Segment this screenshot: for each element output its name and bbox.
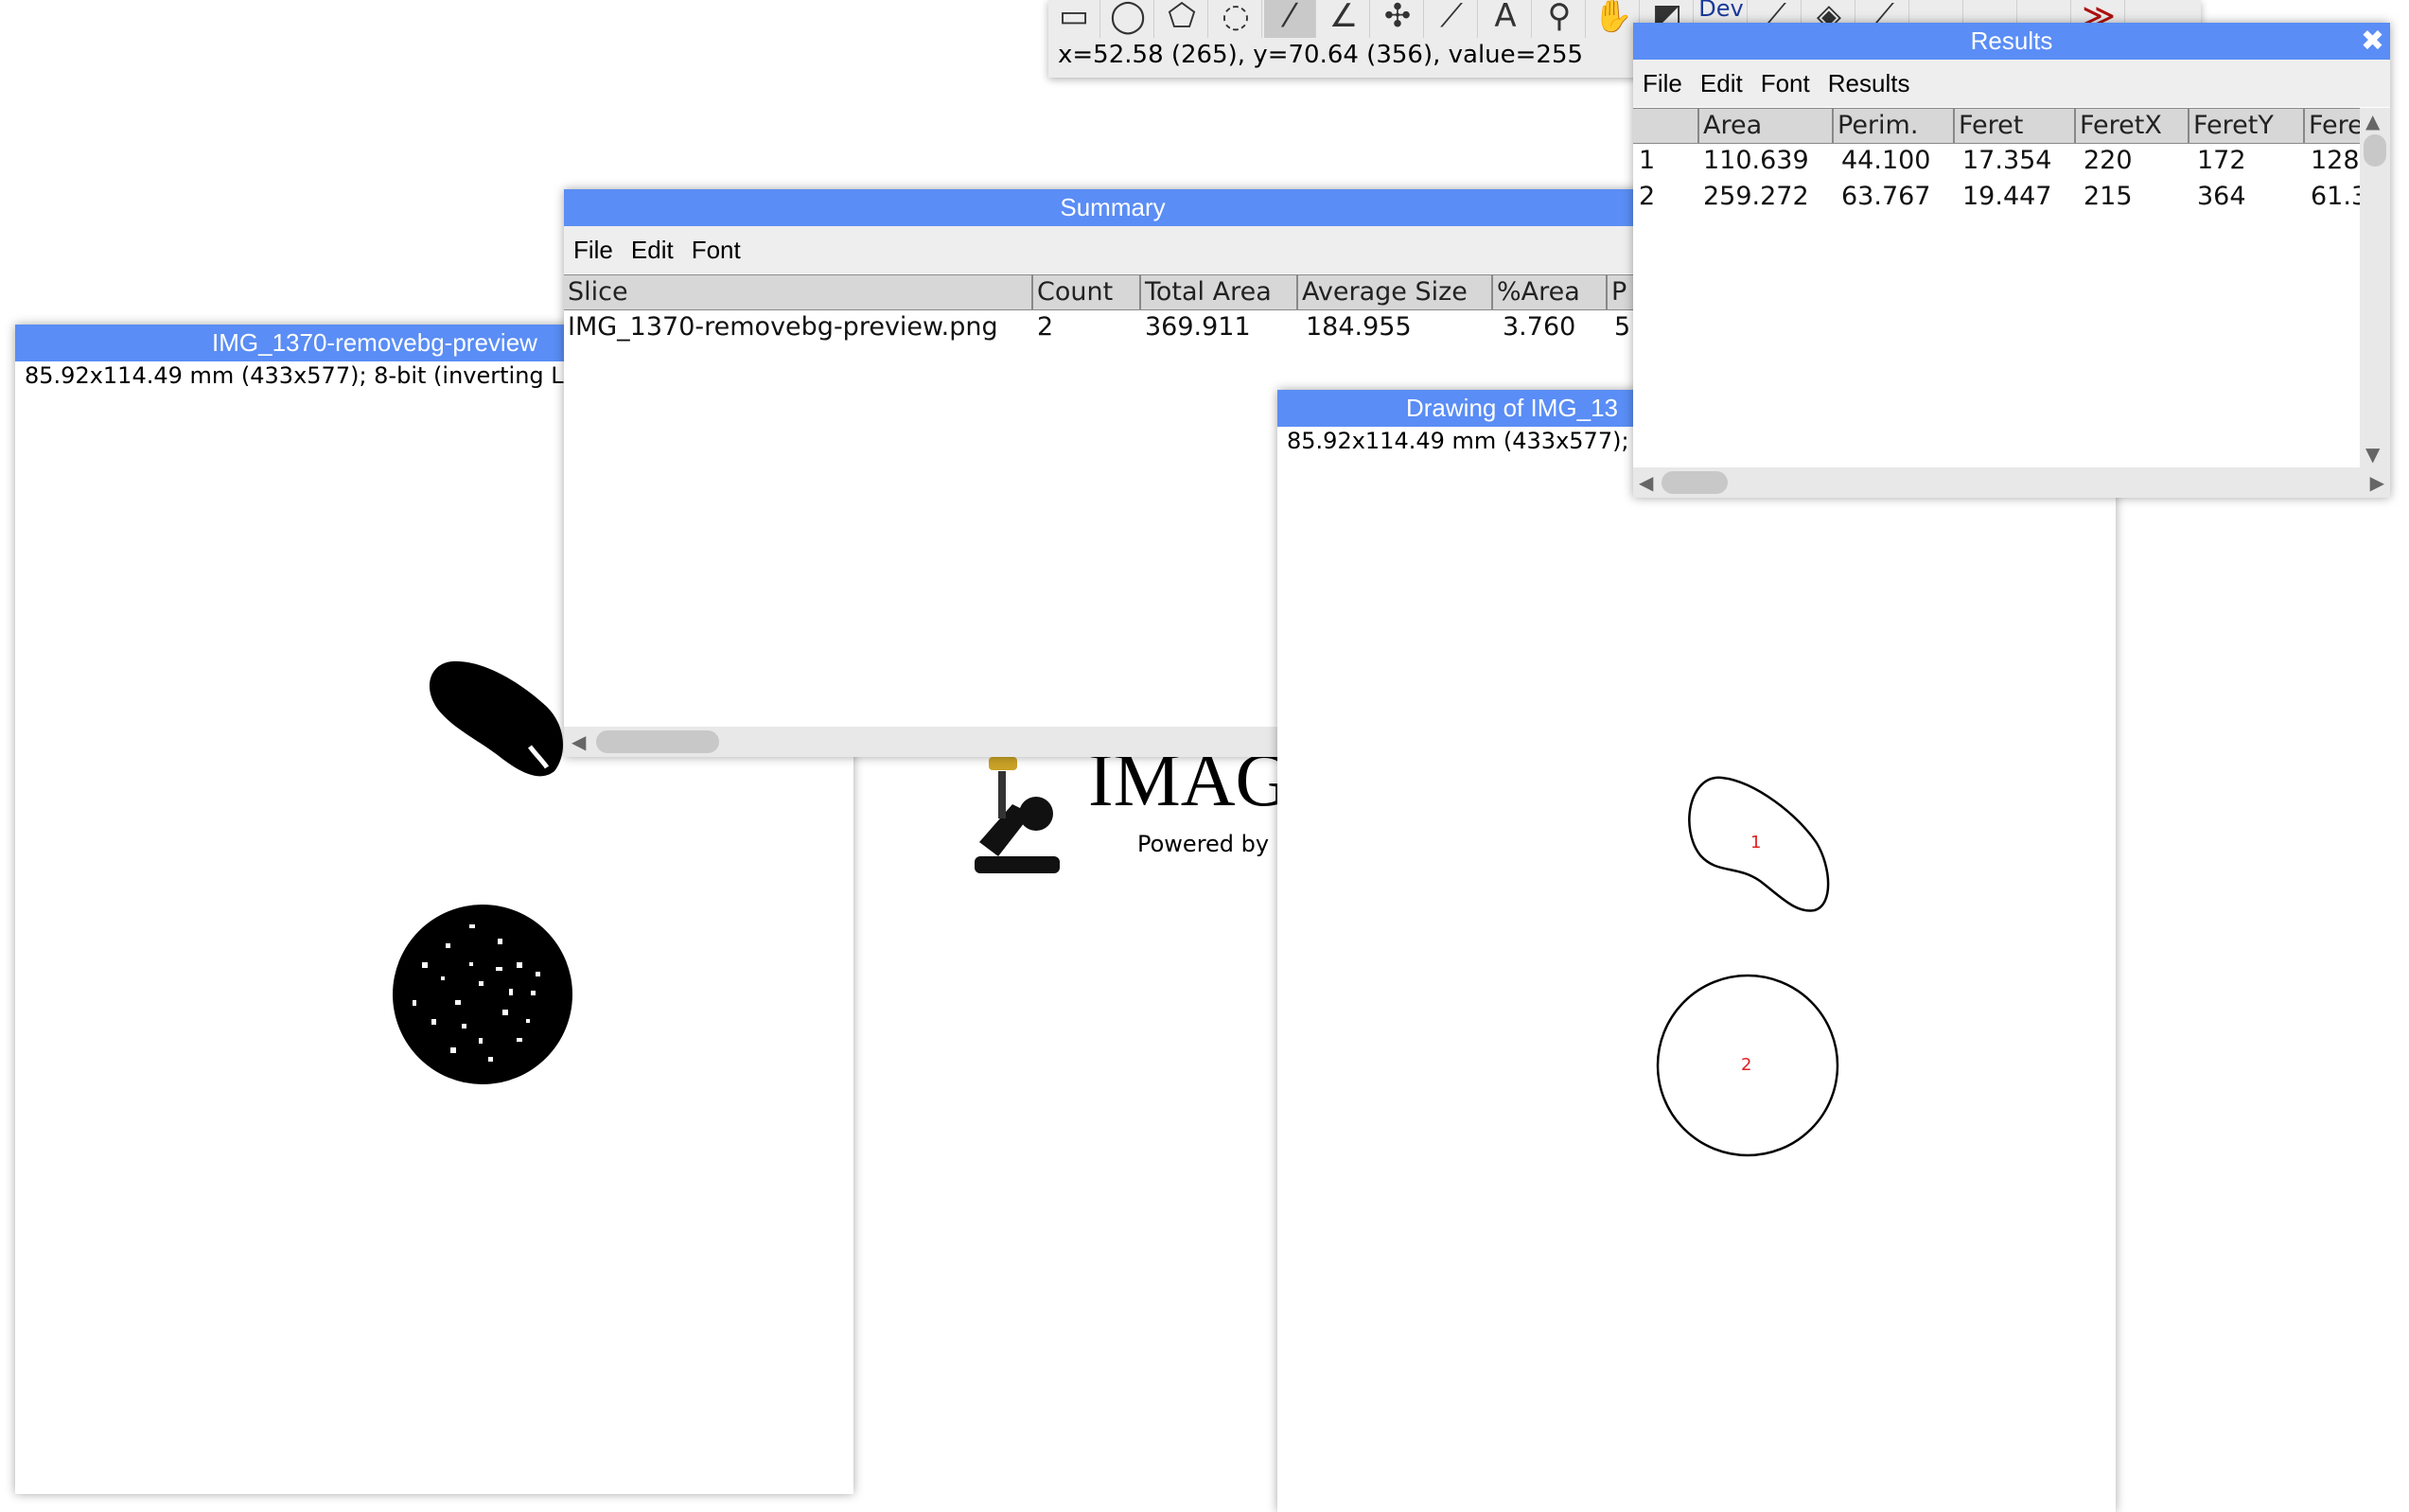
- summary-cell-slice: IMG_1370-removebg-preview.png: [568, 312, 998, 342]
- results-cell: 63.767: [1841, 182, 1931, 211]
- polygon-icon[interactable]: ⬠: [1156, 0, 1208, 38]
- outline-label-1: 1: [1750, 833, 1761, 853]
- multipoint-icon[interactable]: ✣: [1372, 0, 1424, 38]
- table-row[interactable]: IMG_1370-removebg-preview.png 2 369.911 …: [564, 312, 1662, 350]
- results-cell: 220: [2084, 146, 2133, 175]
- summary-scroll-thumb[interactable]: [596, 730, 719, 753]
- scroll-down-icon[interactable]: ▼: [2365, 443, 2380, 466]
- line-icon[interactable]: ⁄: [1264, 0, 1316, 38]
- results-hscroll-thumb[interactable]: [1662, 471, 1728, 494]
- results-cell: 259.272: [1703, 182, 1809, 211]
- results-menubar: File Edit Font Results: [1633, 60, 2390, 107]
- results-col-feretx[interactable]: FeretX: [2074, 109, 2188, 143]
- close-icon[interactable]: ✖: [2361, 25, 2384, 59]
- scroll-right-icon[interactable]: ▶: [2370, 471, 2384, 494]
- table-row[interactable]: 1 110.639 44.100 17.354 220 172 128: [1633, 146, 2360, 184]
- results-col-feret-angle[interactable]: Fere: [2303, 109, 2367, 143]
- summary-cell-perim: 5: [1614, 312, 1631, 342]
- summary-menubar: File Edit Font: [564, 226, 1662, 273]
- summary-title[interactable]: Summary: [564, 189, 1662, 226]
- results-col-area[interactable]: Area: [1697, 109, 1832, 143]
- table-row[interactable]: 2 259.272 63.767 19.447 215 364 61.3: [1633, 182, 2360, 220]
- image-info: 85.92x114.49 mm (433x577); 8-bit (invert…: [25, 362, 564, 389]
- summary-col-slice[interactable]: Slice: [564, 275, 1031, 309]
- freehand-icon[interactable]: ◌: [1210, 0, 1262, 38]
- drawing-canvas[interactable]: 1 2: [1287, 460, 2106, 1512]
- imagej-splash: IMAG Powered by: [956, 738, 1290, 889]
- results-cell: 128: [2311, 146, 2360, 175]
- wand-icon[interactable]: ⟋: [1426, 0, 1478, 38]
- results-cell: 61.3: [2311, 182, 2360, 211]
- results-menu-file[interactable]: File: [1643, 69, 1682, 97]
- summary-col-average-size[interactable]: Average Size: [1296, 275, 1491, 309]
- drawing-window[interactable]: Drawing of IMG_13 85.92x114.49 mm (433x5…: [1277, 390, 2116, 1512]
- summary-col-count[interactable]: Count: [1031, 275, 1139, 309]
- results-cell: 110.639: [1703, 146, 1809, 175]
- hand-icon[interactable]: ✋: [1588, 0, 1640, 38]
- summary-cell-pct-area: 3.760: [1503, 312, 1576, 342]
- summary-menu-file[interactable]: File: [573, 236, 613, 264]
- summary-table-header: Slice Count Total Area Average Size %Are…: [564, 274, 1662, 310]
- rectangle-icon[interactable]: ▭: [1048, 0, 1100, 38]
- powered-by-text: Powered by: [1137, 831, 1270, 857]
- oval-icon[interactable]: ◯: [1102, 0, 1154, 38]
- scroll-left-icon[interactable]: ◀: [1639, 471, 1653, 494]
- outline-label-2: 2: [1741, 1055, 1751, 1075]
- drawing-info: 85.92x114.49 mm (433x577);: [1287, 428, 1629, 454]
- results-table-header: Area Perim. Feret FeretX FeretY Fere: [1633, 108, 2364, 144]
- results-cell: 19.447: [1962, 182, 2052, 211]
- results-cell: 364: [2197, 182, 2246, 211]
- status-readout: x=52.58 (265), y=70.64 (356), value=255: [1058, 41, 1584, 69]
- summary-menu-font[interactable]: Font: [692, 236, 741, 264]
- results-cell: 1: [1639, 146, 1656, 175]
- summary-cell-total-area: 369.911: [1145, 312, 1251, 342]
- scroll-up-icon[interactable]: ▲: [2365, 110, 2380, 132]
- microscope-icon: [975, 757, 1060, 873]
- results-menu-edit[interactable]: Edit: [1700, 69, 1743, 97]
- blob-2: [393, 905, 572, 1084]
- results-cell: 215: [2084, 182, 2133, 211]
- results-menu-font[interactable]: Font: [1761, 69, 1810, 97]
- results-window[interactable]: Results ✖ File Edit Font Results Area Perim…: [1633, 23, 2390, 498]
- results-cell: 2: [1639, 182, 1656, 211]
- outline-drawing: 1 2: [1656, 776, 1839, 1157]
- summary-col-total-area[interactable]: Total Area: [1139, 275, 1296, 309]
- results-title[interactable]: Results: [1633, 23, 2390, 60]
- summary-cell-average-size: 184.955: [1306, 312, 1412, 342]
- results-cell: 44.100: [1841, 146, 1931, 175]
- scroll-left-icon[interactable]: ◀: [571, 730, 586, 753]
- results-col-feret[interactable]: Feret: [1953, 109, 2074, 143]
- results-col-index[interactable]: [1633, 109, 1696, 143]
- text-icon[interactable]: A: [1480, 0, 1532, 38]
- results-hscrollbar[interactable]: ◀ ▶: [1633, 467, 2390, 498]
- zoom-icon[interactable]: ⚲: [1534, 0, 1586, 38]
- angle-icon[interactable]: ∠: [1318, 0, 1370, 38]
- results-col-perim[interactable]: Perim.: [1832, 109, 1953, 143]
- summary-col-pct-area[interactable]: %Area: [1491, 275, 1606, 309]
- results-vscrollbar[interactable]: ▲ ▼: [2360, 108, 2390, 467]
- results-cell: 17.354: [1962, 146, 2052, 175]
- results-cell: 172: [2197, 146, 2246, 175]
- results-menu-results[interactable]: Results: [1828, 69, 1910, 97]
- summary-cell-count: 2: [1037, 312, 1054, 342]
- results-vscroll-thumb[interactable]: [2364, 134, 2386, 167]
- results-col-ferety[interactable]: FeretY: [2188, 109, 2303, 143]
- summary-menu-edit[interactable]: Edit: [631, 236, 674, 264]
